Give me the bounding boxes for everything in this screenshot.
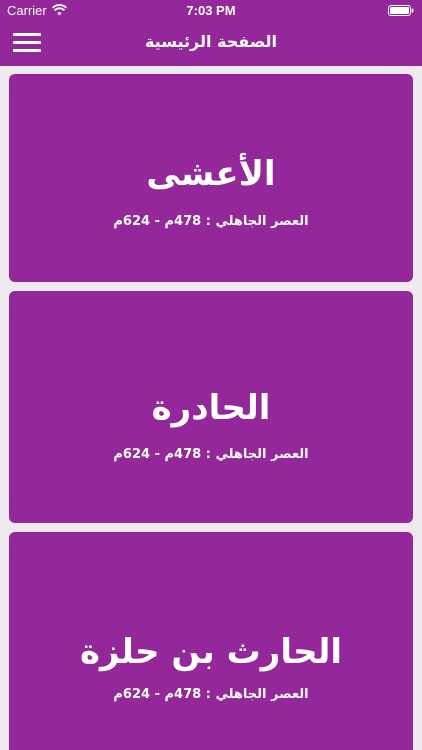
poet-era: العصر الجاهلي : 478م - 624م [113,214,309,229]
poet-era: العصر الجاهلي : 478م - 624م [113,687,309,702]
nav-bar: الصفحة الرئيسية [0,22,422,66]
poets-list[interactable]: الأعشى العصر الجاهلي : 478م - 624م الحاد… [0,66,422,750]
page-title: الصفحة الرئيسية [144,32,278,51]
poet-card-alasha[interactable]: الأعشى العصر الجاهلي : 478م - 624م [9,74,413,282]
poet-name: الأعشى [146,154,276,194]
poet-card-alhadira[interactable]: الحادرة العصر الجاهلي : 478م - 624م [9,291,413,523]
poet-name: الحادرة [151,388,271,428]
status-time: 7:03 PM [186,3,236,18]
status-bar: Carrier 7:03 PM [0,0,422,22]
poet-era: العصر الجاهلي : 478م - 624م [113,447,309,462]
poet-card-alharith[interactable]: الحارث بن حلزة العصر الجاهلي : 478م - 62… [9,532,413,750]
app-header: Carrier 7:03 PM الصفحة الرئيسية [0,0,422,66]
poet-name: الحارث بن حلزة [79,632,343,672]
battery-icon [388,5,414,16]
